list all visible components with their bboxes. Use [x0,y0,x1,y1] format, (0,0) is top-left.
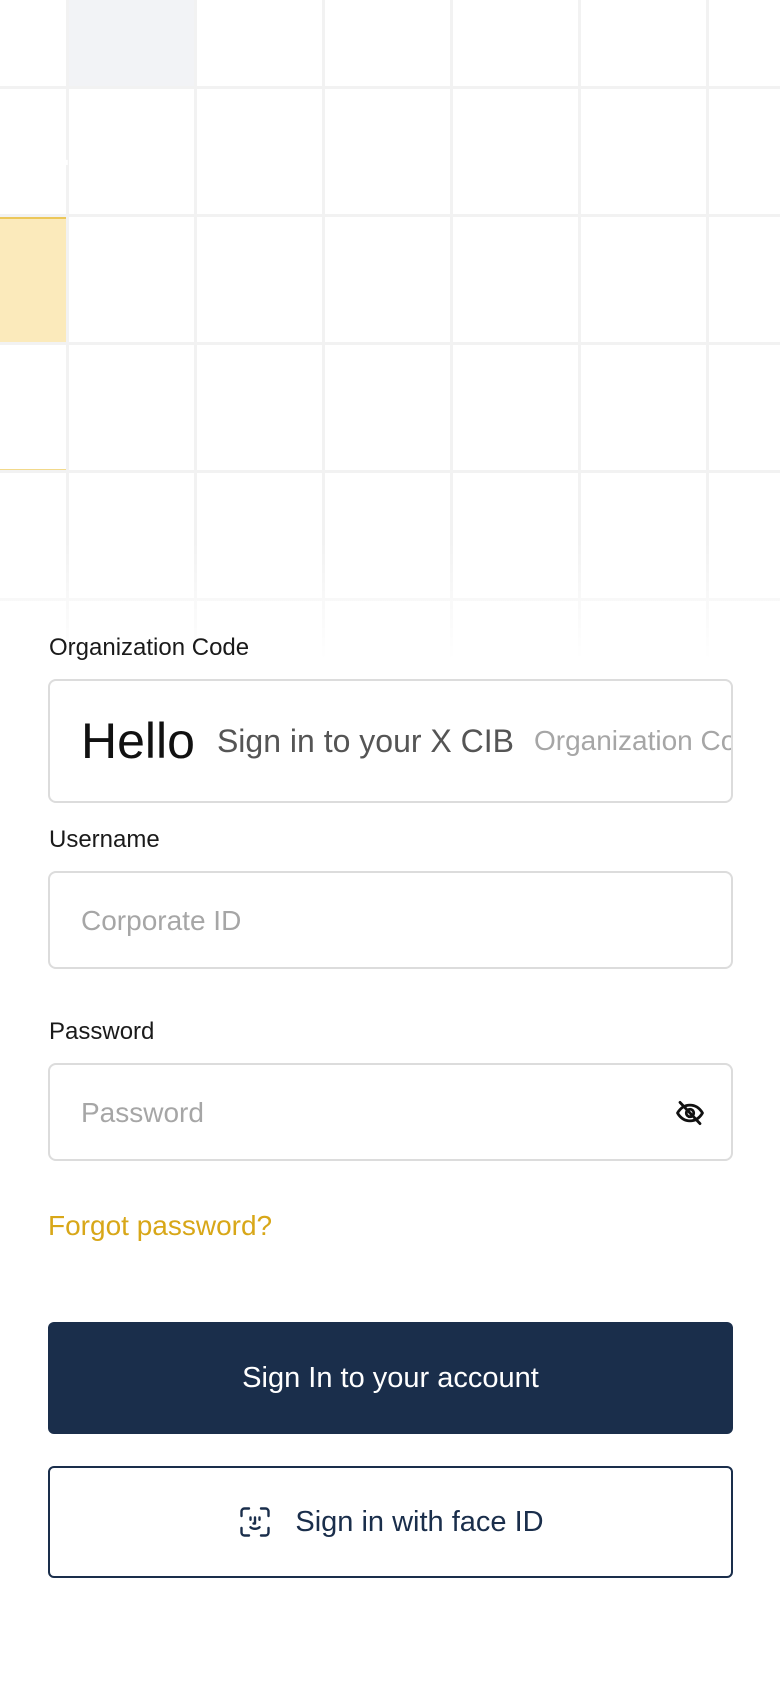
grid-accent-cell [0,217,68,344]
org-code-content: Hello Sign in to your X CIB Organization… [81,681,733,801]
greeting-heading: Hello [81,713,195,769]
face-id-button-label: Sign in with face ID [295,1505,544,1538]
grid-accent-outline-cell [0,344,68,471]
password-field[interactable]: Password [48,1063,733,1161]
grid-line [0,214,780,217]
grid-line [0,342,780,345]
logo: Logo [41,123,156,175]
greeting-subtitle: Sign in to your X CIB [216,722,514,759]
background-grid [0,0,780,660]
grid-line [0,470,780,473]
eye-slash-icon[interactable] [675,1098,705,1128]
grid-line [0,86,780,89]
password-label: Password [49,1018,155,1045]
org-code-label: Organization Code [49,634,250,661]
org-code-placeholder: Organization Code [533,725,733,756]
face-id-icon [240,1507,271,1537]
username-label: Username [49,826,160,853]
password-placeholder: Password [81,1097,204,1128]
org-code-field[interactable]: Hello Sign in to your X CIB Organization… [48,679,733,803]
sign-in-button[interactable]: Sign In to your account [48,1322,733,1434]
face-id-button[interactable]: Sign in with face ID [48,1466,733,1578]
grid-highlight-cell [69,0,196,87]
username-placeholder: Corporate ID [81,905,242,936]
username-field[interactable]: Corporate ID [48,871,733,969]
forgot-password-link[interactable]: Forgot password? [48,1210,272,1242]
sign-in-button-label: Sign In to your account [242,1361,539,1394]
